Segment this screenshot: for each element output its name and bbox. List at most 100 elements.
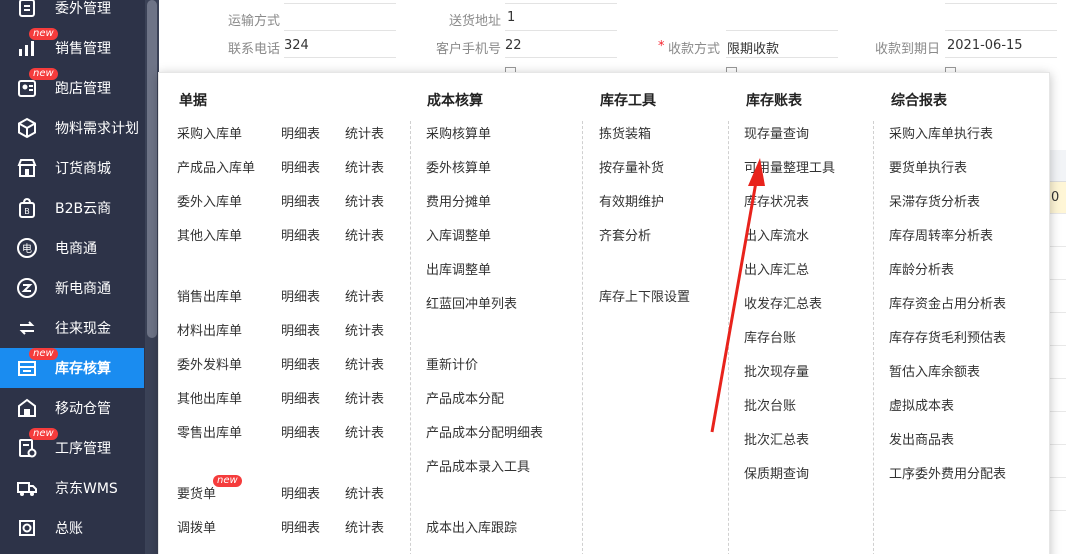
column-title-documents: 单据 — [179, 93, 207, 109]
menu-item-expiry-maintenance[interactable]: 有效期维护 — [599, 191, 664, 210]
menu-item-gross-margin-estimate[interactable]: 库存存货毛利预估表 — [889, 327, 1006, 346]
sidebar-item-mobile-warehouse[interactable]: 移动仓管 — [0, 388, 144, 428]
menu-item-finished-receipt[interactable]: 产成品入库单 — [177, 157, 255, 176]
menu-item-stat[interactable]: 统计表 — [345, 225, 384, 244]
menu-item-kitting-analysis[interactable]: 齐套分析 — [599, 225, 651, 244]
sidebar-item-label: 京东WMS — [55, 481, 118, 497]
menu-item-other-receipt[interactable]: 其他入库单 — [177, 225, 242, 244]
payment-method-select[interactable]: 限期收款 — [727, 38, 779, 57]
menu-item-purchase-receipt-exec[interactable]: 采购入库单执行表 — [889, 123, 993, 142]
menu-item-detail[interactable]: 明细表 — [281, 157, 320, 176]
menu-item-shelf-life-query[interactable]: 保质期查询 — [744, 463, 809, 482]
menu-item-io-summary[interactable]: 出入库汇总 — [744, 259, 809, 278]
menu-item-stat[interactable]: 统计表 — [345, 517, 384, 536]
mobile-field[interactable]: 22 — [505, 38, 522, 53]
menu-item-batch-onhand[interactable]: 批次现存量 — [744, 361, 809, 380]
menu-item-io-flow[interactable]: 出入库流水 — [744, 225, 809, 244]
menu-item-requisition[interactable]: 要货单 — [177, 483, 216, 502]
menu-item-cost-tracking[interactable]: 成本出入库跟踪 — [426, 517, 517, 536]
menu-item-provisional-receipt-balance[interactable]: 暂估入库余额表 — [889, 361, 980, 380]
menu-item-detail[interactable]: 明细表 — [281, 422, 320, 441]
menu-item-cost-allocation-detail[interactable]: 产品成本分配明细表 — [426, 422, 543, 441]
menu-item-material-issue[interactable]: 材料出库单 — [177, 320, 242, 339]
sidebar-item-ecommerce[interactable]: 电 电商通 — [0, 228, 144, 268]
menu-item-stat[interactable]: 统计表 — [345, 191, 384, 210]
menu-item-rsi-summary[interactable]: 收发存汇总表 — [744, 293, 822, 312]
menu-item-picking-packing[interactable]: 拣货装箱 — [599, 123, 651, 142]
address-field[interactable]: 1 — [507, 10, 515, 25]
menu-item-stat[interactable]: 统计表 — [345, 388, 384, 407]
menu-item-available-qty-tool[interactable]: 可用量整理工具 — [744, 157, 835, 176]
menu-item-aging-analysis[interactable]: 库龄分析表 — [889, 259, 954, 278]
menu-item-stat[interactable]: 统计表 — [345, 157, 384, 176]
sidebar-item-sales[interactable]: new 销售管理 — [0, 28, 144, 68]
menu-item-stat[interactable]: 统计表 — [345, 483, 384, 502]
menu-item-purchase-accounting[interactable]: 采购核算单 — [426, 123, 491, 142]
sidebar-item-outsource[interactable]: 委外管理 — [0, 0, 144, 28]
menu-item-product-cost-allocation[interactable]: 产品成本分配 — [426, 388, 504, 407]
menu-item-red-blue-reversal[interactable]: 红蓝回冲单列表 — [426, 293, 517, 312]
menu-item-inventory-status[interactable]: 库存状况表 — [744, 191, 809, 210]
menu-item-stat[interactable]: 统计表 — [345, 123, 384, 142]
menu-item-outsource-accounting[interactable]: 委外核算单 — [426, 157, 491, 176]
sidebar-scrollbar-thumb[interactable] — [147, 0, 157, 338]
menu-item-detail[interactable]: 明细表 — [281, 123, 320, 142]
sidebar-item-process[interactable]: new 工序管理 — [0, 428, 144, 468]
inventory-icon — [16, 357, 38, 379]
menu-item-detail[interactable]: 明细表 — [281, 354, 320, 373]
truck-icon — [16, 477, 38, 499]
menu-item-slow-moving-analysis[interactable]: 呆滞存货分析表 — [889, 191, 980, 210]
outsource-icon — [16, 0, 38, 19]
sidebar-item-inventory-accounting[interactable]: new 库存核算 — [0, 348, 144, 388]
sidebar-item-label: 总账 — [55, 521, 83, 537]
menu-item-detail[interactable]: 明细表 — [281, 320, 320, 339]
phone-field[interactable]: 324 — [284, 38, 309, 53]
menu-item-batch-ledger[interactable]: 批次台账 — [744, 395, 796, 414]
menu-item-cost-entry-tool[interactable]: 产品成本录入工具 — [426, 456, 530, 475]
menu-item-turnover-analysis[interactable]: 库存周转率分析表 — [889, 225, 993, 244]
menu-item-detail[interactable]: 明细表 — [281, 225, 320, 244]
sidebar-item-store-visit[interactable]: new 跑店管理 — [0, 68, 144, 108]
menu-item-detail[interactable]: 明细表 — [281, 388, 320, 407]
sidebar-item-new-ecommerce[interactable]: 新电商通 — [0, 268, 144, 308]
sidebar-item-label: 委外管理 — [55, 1, 111, 17]
menu-item-stat[interactable]: 统计表 — [345, 286, 384, 305]
due-date-field[interactable]: 2021-06-15 — [947, 38, 1023, 53]
menu-item-receipt-adjustment[interactable]: 入库调整单 — [426, 225, 491, 244]
menu-item-batch-summary[interactable]: 批次汇总表 — [744, 429, 809, 448]
menu-item-other-issue[interactable]: 其他出库单 — [177, 388, 242, 407]
menu-item-detail[interactable]: 明细表 — [281, 191, 320, 210]
menu-item-retail-issue[interactable]: 零售出库单 — [177, 422, 242, 441]
menu-item-detail[interactable]: 明细表 — [281, 483, 320, 502]
sidebar-item-mrp[interactable]: 物料需求计划 — [0, 108, 144, 148]
due-date-label: 收款到期日 — [875, 42, 941, 57]
menu-item-expense-allocation[interactable]: 费用分摊单 — [426, 191, 491, 210]
sidebar-item-order-mall[interactable]: 订货商城 — [0, 148, 144, 188]
menu-item-purchase-receipt[interactable]: 采购入库单 — [177, 123, 242, 142]
menu-item-issue-adjustment[interactable]: 出库调整单 — [426, 259, 491, 278]
menu-item-sales-issue[interactable]: 销售出库单 — [177, 286, 242, 305]
menu-item-goods-shipped[interactable]: 发出商品表 — [889, 429, 954, 448]
sidebar-item-label: B2B云商 — [55, 201, 112, 217]
menu-item-replenish[interactable]: 按存量补货 — [599, 157, 664, 176]
menu-item-process-outsource-fee[interactable]: 工序委外费用分配表 — [889, 463, 1006, 482]
menu-item-virtual-cost[interactable]: 虚拟成本表 — [889, 395, 954, 414]
sidebar-item-ledger[interactable]: 总账 — [0, 508, 144, 548]
menu-item-detail[interactable]: 明细表 — [281, 286, 320, 305]
sidebar-item-cash[interactable]: 往来现金 — [0, 308, 144, 348]
menu-item-stock-limits[interactable]: 库存上下限设置 — [599, 286, 690, 305]
menu-item-revaluation[interactable]: 重新计价 — [426, 354, 478, 373]
menu-item-capital-occupation[interactable]: 库存资金占用分析表 — [889, 293, 1006, 312]
menu-item-stock-ledger[interactable]: 库存台账 — [744, 327, 796, 346]
menu-item-stat[interactable]: 统计表 — [345, 422, 384, 441]
menu-item-requisition-exec[interactable]: 要货单执行表 — [889, 157, 967, 176]
menu-item-stat[interactable]: 统计表 — [345, 320, 384, 339]
sidebar-item-jd-wms[interactable]: 京东WMS — [0, 468, 144, 508]
sidebar-item-b2b[interactable]: B B2B云商 — [0, 188, 144, 228]
menu-item-transfer[interactable]: 调拨单 — [177, 517, 216, 536]
menu-item-outsource-issue[interactable]: 委外发料单 — [177, 354, 242, 373]
menu-item-detail[interactable]: 明细表 — [281, 517, 320, 536]
menu-item-outsource-receipt[interactable]: 委外入库单 — [177, 191, 242, 210]
menu-item-stat[interactable]: 统计表 — [345, 354, 384, 373]
menu-item-onhand-query[interactable]: 现存量查询 — [744, 123, 809, 142]
